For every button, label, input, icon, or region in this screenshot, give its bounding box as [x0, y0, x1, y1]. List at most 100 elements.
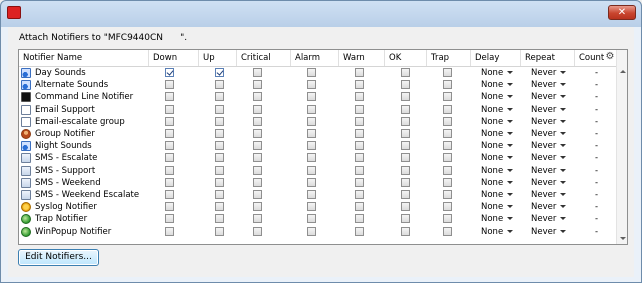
scroll-up-arrow[interactable] [620, 70, 626, 73]
scroll-down-arrow[interactable] [620, 237, 626, 240]
column-header-notifier-name[interactable]: Notifier Name [19, 50, 149, 66]
critical-checkbox[interactable] [253, 153, 262, 163]
column-header-down[interactable]: Down [149, 50, 199, 66]
up-checkbox[interactable] [215, 129, 224, 138]
table-row[interactable]: Command Line Notifier None Never - [19, 91, 617, 103]
ok-checkbox[interactable] [401, 104, 410, 114]
vertical-scrollbar[interactable] [616, 50, 627, 244]
repeat-dropdown[interactable]: Never [531, 213, 567, 225]
repeat-dropdown[interactable]: Never [531, 79, 567, 91]
up-checkbox[interactable] [215, 202, 224, 212]
warn-checkbox[interactable] [355, 214, 364, 224]
up-checkbox[interactable] [215, 141, 224, 151]
close-button[interactable]: ✕ [608, 5, 636, 20]
alarm-checkbox[interactable] [307, 129, 316, 138]
column-header-up[interactable]: Up [199, 50, 237, 66]
down-checkbox[interactable] [165, 177, 174, 187]
delay-dropdown[interactable]: None [481, 67, 514, 79]
ok-checkbox[interactable] [401, 153, 410, 163]
notifier-name-cell[interactable]: SMS - Support [21, 165, 145, 177]
delay-dropdown[interactable]: None [481, 177, 514, 189]
ok-checkbox[interactable] [401, 80, 410, 90]
down-checkbox[interactable] [165, 226, 174, 236]
alarm-checkbox[interactable] [307, 153, 316, 163]
warn-checkbox[interactable] [355, 92, 364, 102]
repeat-dropdown[interactable]: Never [531, 152, 567, 164]
down-checkbox[interactable] [165, 129, 174, 138]
alarm-checkbox[interactable] [307, 104, 316, 114]
critical-checkbox[interactable] [253, 190, 262, 199]
trap-checkbox[interactable] [443, 153, 452, 163]
delay-dropdown[interactable]: None [481, 201, 514, 213]
trap-checkbox[interactable] [443, 214, 452, 224]
warn-checkbox[interactable] [355, 104, 364, 114]
table-row[interactable]: SMS - Weekend None Never - [19, 177, 617, 189]
down-checkbox[interactable] [165, 214, 174, 224]
warn-checkbox[interactable] [355, 129, 364, 138]
warn-checkbox[interactable] [355, 165, 364, 175]
alarm-checkbox[interactable] [307, 68, 316, 77]
up-checkbox[interactable] [215, 80, 224, 90]
table-row[interactable]: Alternate Sounds None Never - [19, 79, 617, 91]
delay-dropdown[interactable]: None [481, 128, 514, 140]
delay-dropdown[interactable]: None [481, 91, 514, 103]
warn-checkbox[interactable] [355, 116, 364, 126]
up-checkbox[interactable] [215, 116, 224, 126]
column-header-delay[interactable]: Delay [471, 50, 521, 66]
column-header-repeat[interactable]: Repeat [521, 50, 575, 66]
column-header-count[interactable]: Count [575, 50, 617, 66]
repeat-dropdown[interactable]: Never [531, 67, 567, 79]
down-checkbox[interactable] [165, 92, 174, 102]
delay-dropdown[interactable]: None [481, 104, 514, 116]
alarm-checkbox[interactable] [307, 116, 316, 126]
ok-checkbox[interactable] [401, 190, 410, 199]
notifier-name-cell[interactable]: Email Support [21, 104, 145, 116]
column-header-alarm[interactable]: Alarm [291, 50, 339, 66]
trap-checkbox[interactable] [443, 165, 452, 175]
table-row[interactable]: Day Sounds None Never - [19, 67, 617, 79]
table-row[interactable]: Syslog Notifier None Never - [19, 201, 617, 213]
up-checkbox[interactable] [215, 214, 224, 224]
repeat-dropdown[interactable]: Never [531, 128, 567, 140]
notifier-name-cell[interactable]: Night Sounds [21, 140, 145, 152]
down-checkbox[interactable] [165, 141, 174, 151]
down-checkbox[interactable] [165, 202, 174, 212]
notifier-name-cell[interactable]: Group Notifier [21, 128, 145, 140]
notifier-name-cell[interactable]: Command Line Notifier [21, 91, 145, 103]
down-checkbox[interactable] [165, 153, 174, 163]
alarm-checkbox[interactable] [307, 92, 316, 102]
delay-dropdown[interactable]: None [481, 226, 514, 238]
critical-checkbox[interactable] [253, 165, 262, 175]
delay-dropdown[interactable]: None [481, 213, 514, 225]
trap-checkbox[interactable] [443, 202, 452, 212]
down-checkbox[interactable] [165, 116, 174, 126]
down-checkbox[interactable] [165, 80, 174, 90]
trap-checkbox[interactable] [443, 92, 452, 102]
alarm-checkbox[interactable] [307, 190, 316, 199]
delay-dropdown[interactable]: None [481, 116, 514, 128]
delay-dropdown[interactable]: None [481, 165, 514, 177]
warn-checkbox[interactable] [355, 153, 364, 163]
delay-dropdown[interactable]: None [481, 152, 514, 164]
up-checkbox[interactable] [215, 153, 224, 163]
trap-checkbox[interactable] [443, 104, 452, 114]
up-checkbox[interactable] [215, 177, 224, 187]
critical-checkbox[interactable] [253, 104, 262, 114]
table-row[interactable]: Email Support None Never - [19, 104, 617, 116]
down-checkbox[interactable] [165, 190, 174, 199]
down-checkbox[interactable] [165, 165, 174, 175]
ok-checkbox[interactable] [401, 165, 410, 175]
down-checkbox[interactable] [165, 104, 174, 114]
trap-checkbox[interactable] [443, 68, 452, 77]
trap-checkbox[interactable] [443, 116, 452, 126]
trap-checkbox[interactable] [443, 177, 452, 187]
critical-checkbox[interactable] [253, 214, 262, 224]
notifier-name-cell[interactable]: Alternate Sounds [21, 79, 145, 91]
critical-checkbox[interactable] [253, 202, 262, 212]
ok-checkbox[interactable] [401, 92, 410, 102]
trap-checkbox[interactable] [443, 190, 452, 199]
alarm-checkbox[interactable] [307, 141, 316, 151]
table-row[interactable]: WinPopup Notifier None Never - [19, 226, 617, 238]
warn-checkbox[interactable] [355, 68, 364, 77]
edit-notifiers-button[interactable]: Edit Notifiers... [18, 249, 99, 266]
